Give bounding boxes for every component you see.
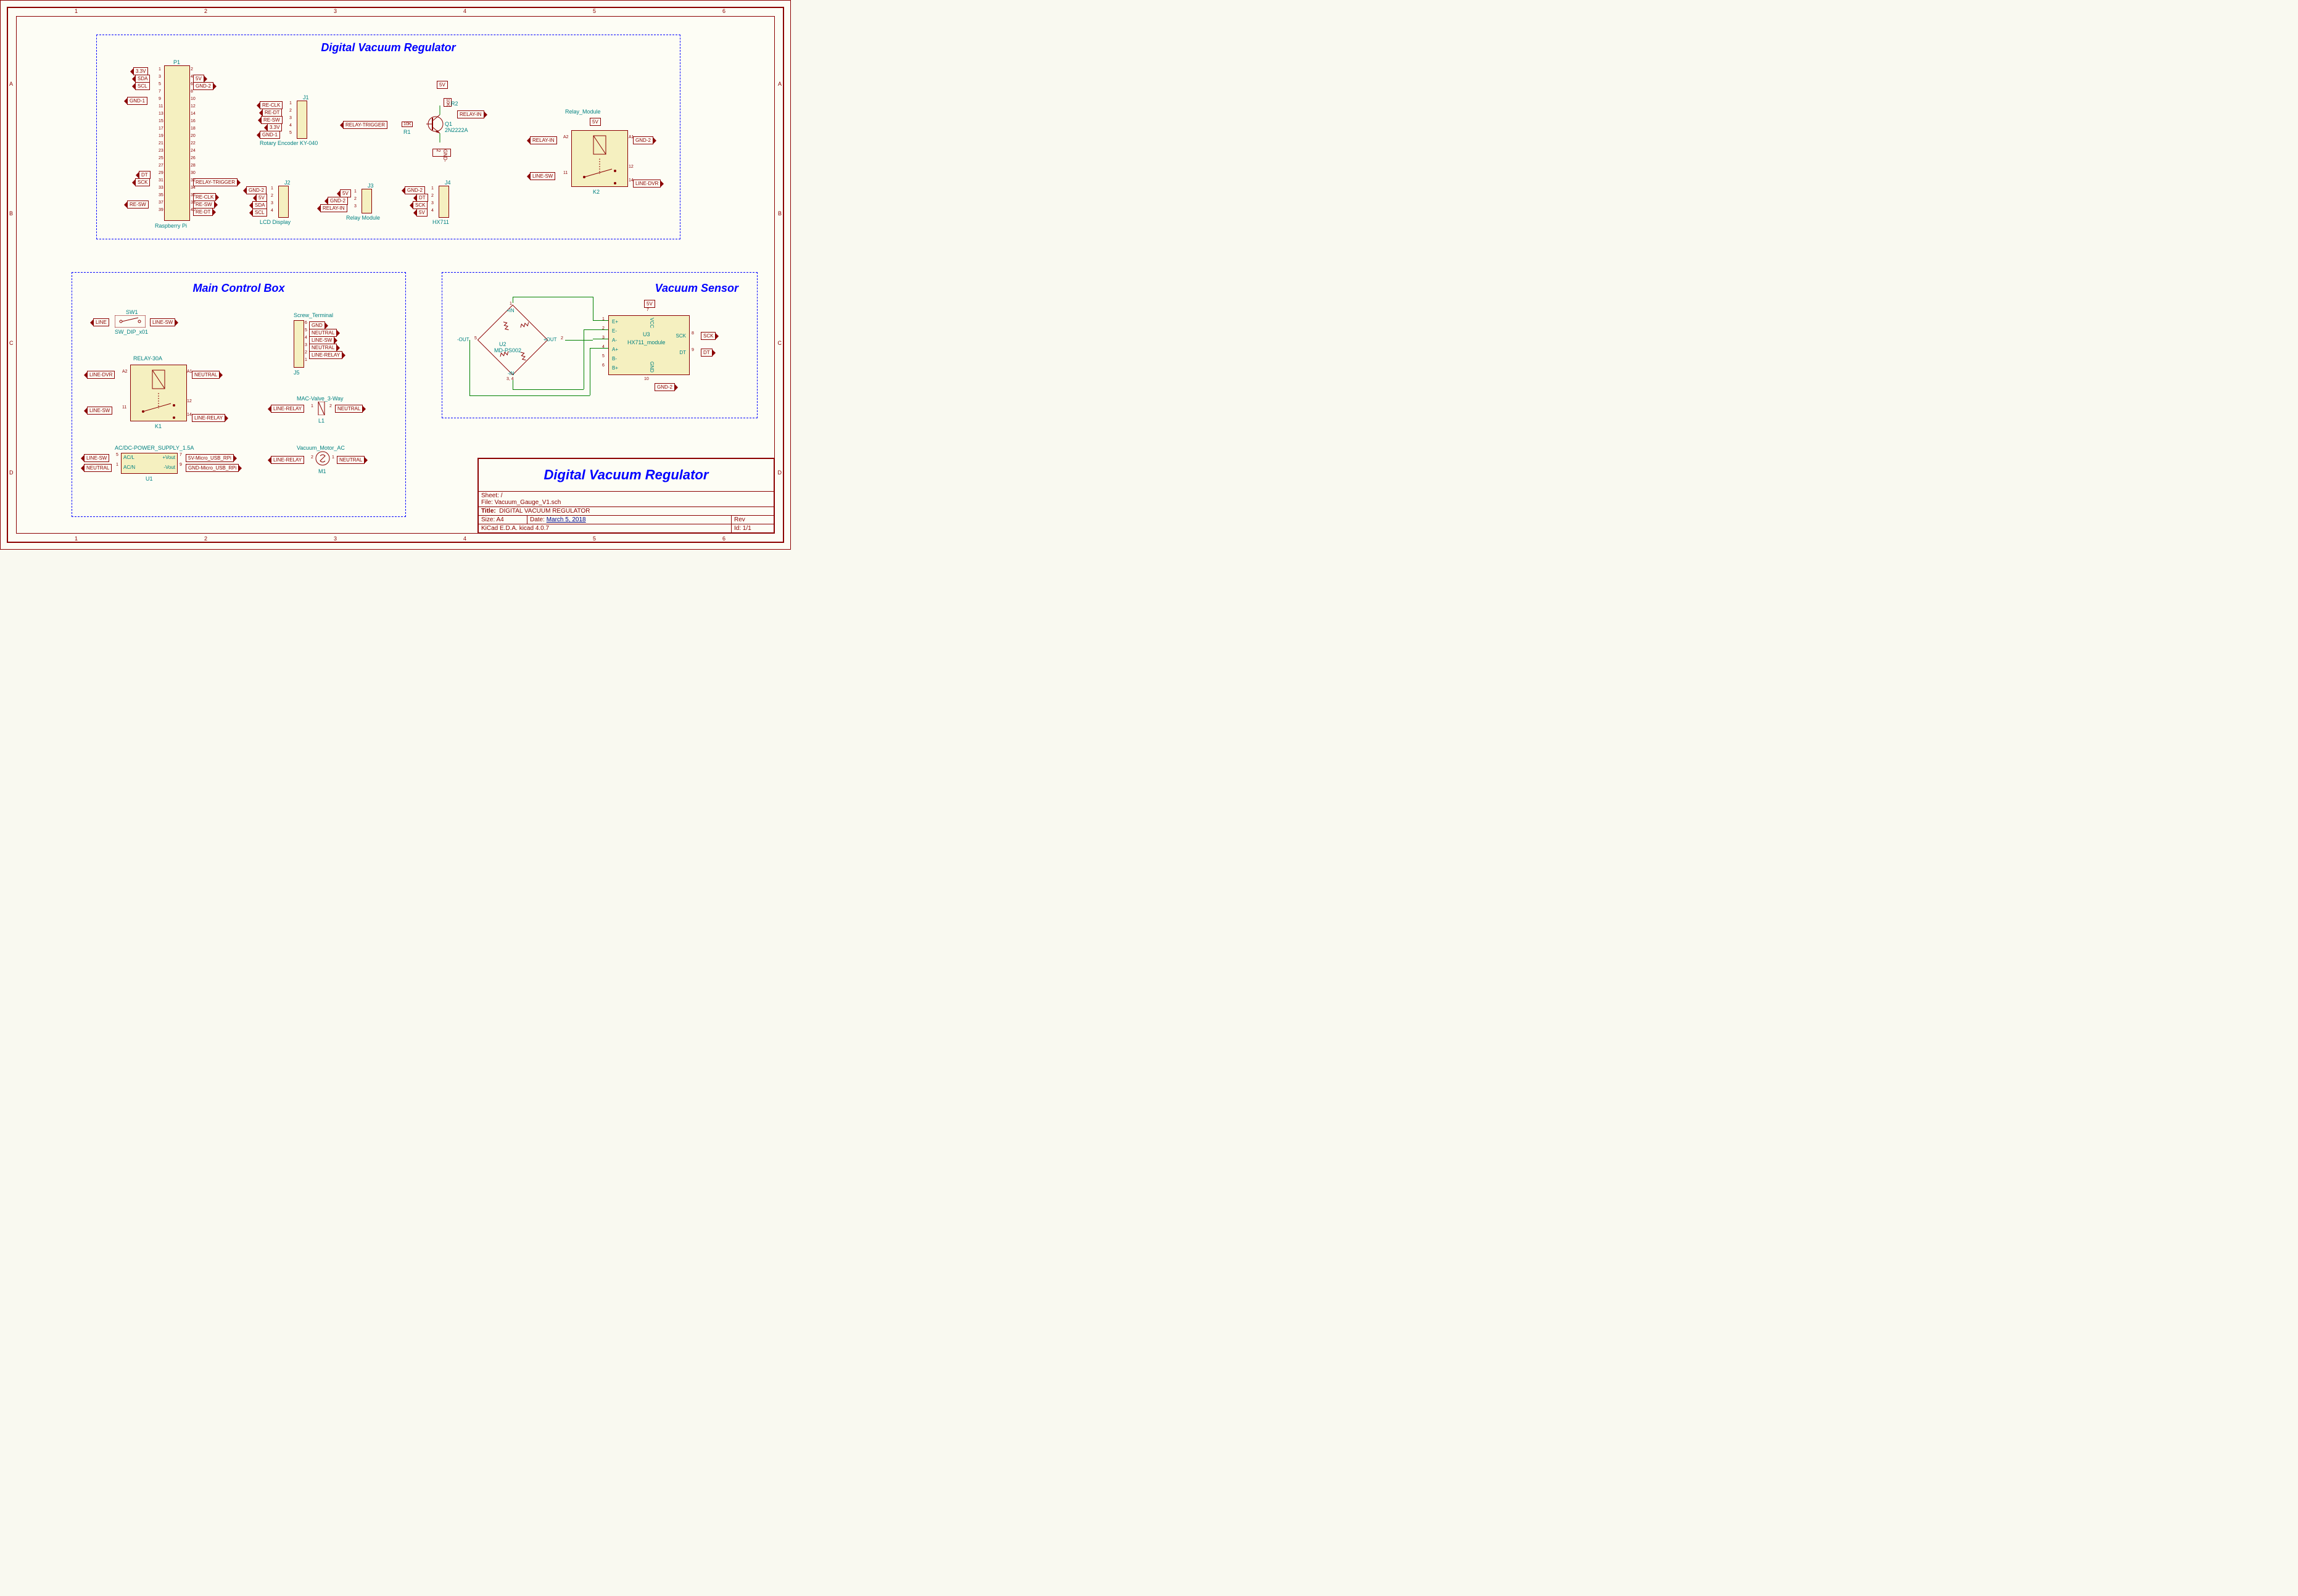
net-scl: SCL bbox=[135, 82, 150, 90]
bridge-icon bbox=[476, 303, 550, 377]
j3-body bbox=[362, 189, 372, 213]
mcb-title: Main Control Box bbox=[72, 282, 405, 295]
net-gnd1: GND-1 bbox=[127, 97, 147, 105]
k1-body bbox=[130, 365, 187, 421]
j4-body bbox=[439, 186, 449, 218]
j2-body bbox=[278, 186, 289, 218]
switch-icon bbox=[115, 315, 146, 328]
vs-title: Vacuum Sensor bbox=[442, 282, 738, 295]
q1-out: RELAY-IN bbox=[457, 110, 484, 118]
q1-in: RELAY-TRIGGER bbox=[343, 121, 387, 129]
q1-bot: GND-2 bbox=[432, 149, 451, 157]
inductor-icon bbox=[315, 402, 328, 415]
transistor-icon bbox=[426, 105, 445, 143]
motor-icon bbox=[315, 451, 330, 466]
j1-body bbox=[297, 101, 307, 139]
u1-body: AC/L AC/N +Vout -Vout bbox=[121, 453, 178, 474]
r1-val: 10K bbox=[402, 122, 413, 127]
tb-bigtitle: Digital Vacuum Regulator bbox=[481, 467, 771, 483]
q1-ref: Q1 bbox=[445, 121, 452, 127]
rpi-name: Raspberry Pi bbox=[155, 223, 187, 229]
block-mcb: Main Control Box bbox=[72, 272, 406, 517]
q1-top: 5V bbox=[437, 81, 448, 89]
k2-a2: RELAY-IN bbox=[530, 136, 557, 144]
ruler-1: 1 bbox=[75, 8, 78, 14]
j5-body bbox=[294, 320, 304, 368]
u3-body: U3 HX711_module E+ E- A- A+ B- B+ SCK DT… bbox=[608, 315, 690, 375]
q1-name: 2N2222A bbox=[445, 127, 468, 133]
schematic-sheet: 1 2 3 4 5 6 1 2 3 4 5 6 A B C D A B C D … bbox=[0, 0, 791, 550]
ruler-3: 3 bbox=[334, 8, 337, 14]
k2-name: Relay_Module bbox=[565, 109, 601, 115]
k2-body bbox=[571, 130, 628, 187]
net-resw: RE-SW bbox=[127, 201, 149, 209]
k2-a1: GND-2 bbox=[633, 136, 653, 144]
rpi-ref: P1 bbox=[173, 59, 180, 65]
ruler-4: 4 bbox=[463, 8, 466, 14]
j1-p5: GND-1 bbox=[260, 131, 280, 139]
k2-14: LINE-DVR bbox=[633, 180, 661, 188]
ruler-2: 2 bbox=[204, 8, 207, 14]
net-redt: RE-DT bbox=[193, 208, 213, 216]
dvr-title: Digital Vacuum Regulator bbox=[97, 41, 680, 54]
j1-ref: J1 bbox=[303, 94, 309, 101]
rpi-body bbox=[164, 65, 190, 221]
ruler-6: 6 bbox=[722, 8, 725, 14]
net-sck: SCK bbox=[135, 178, 150, 186]
title-block: Digital Vacuum Regulator Sheet: /File: V… bbox=[477, 458, 775, 534]
net-relaytrig: RELAY-TRIGGER bbox=[193, 178, 238, 186]
k2-11: LINE-SW bbox=[530, 172, 555, 180]
relay-icon bbox=[572, 131, 627, 186]
net-gnd2: GND-2 bbox=[193, 82, 213, 90]
relay-icon bbox=[131, 365, 186, 421]
j1-name: Rotary Encoder KY-040 bbox=[260, 140, 318, 146]
ruler-5: 5 bbox=[593, 8, 596, 14]
